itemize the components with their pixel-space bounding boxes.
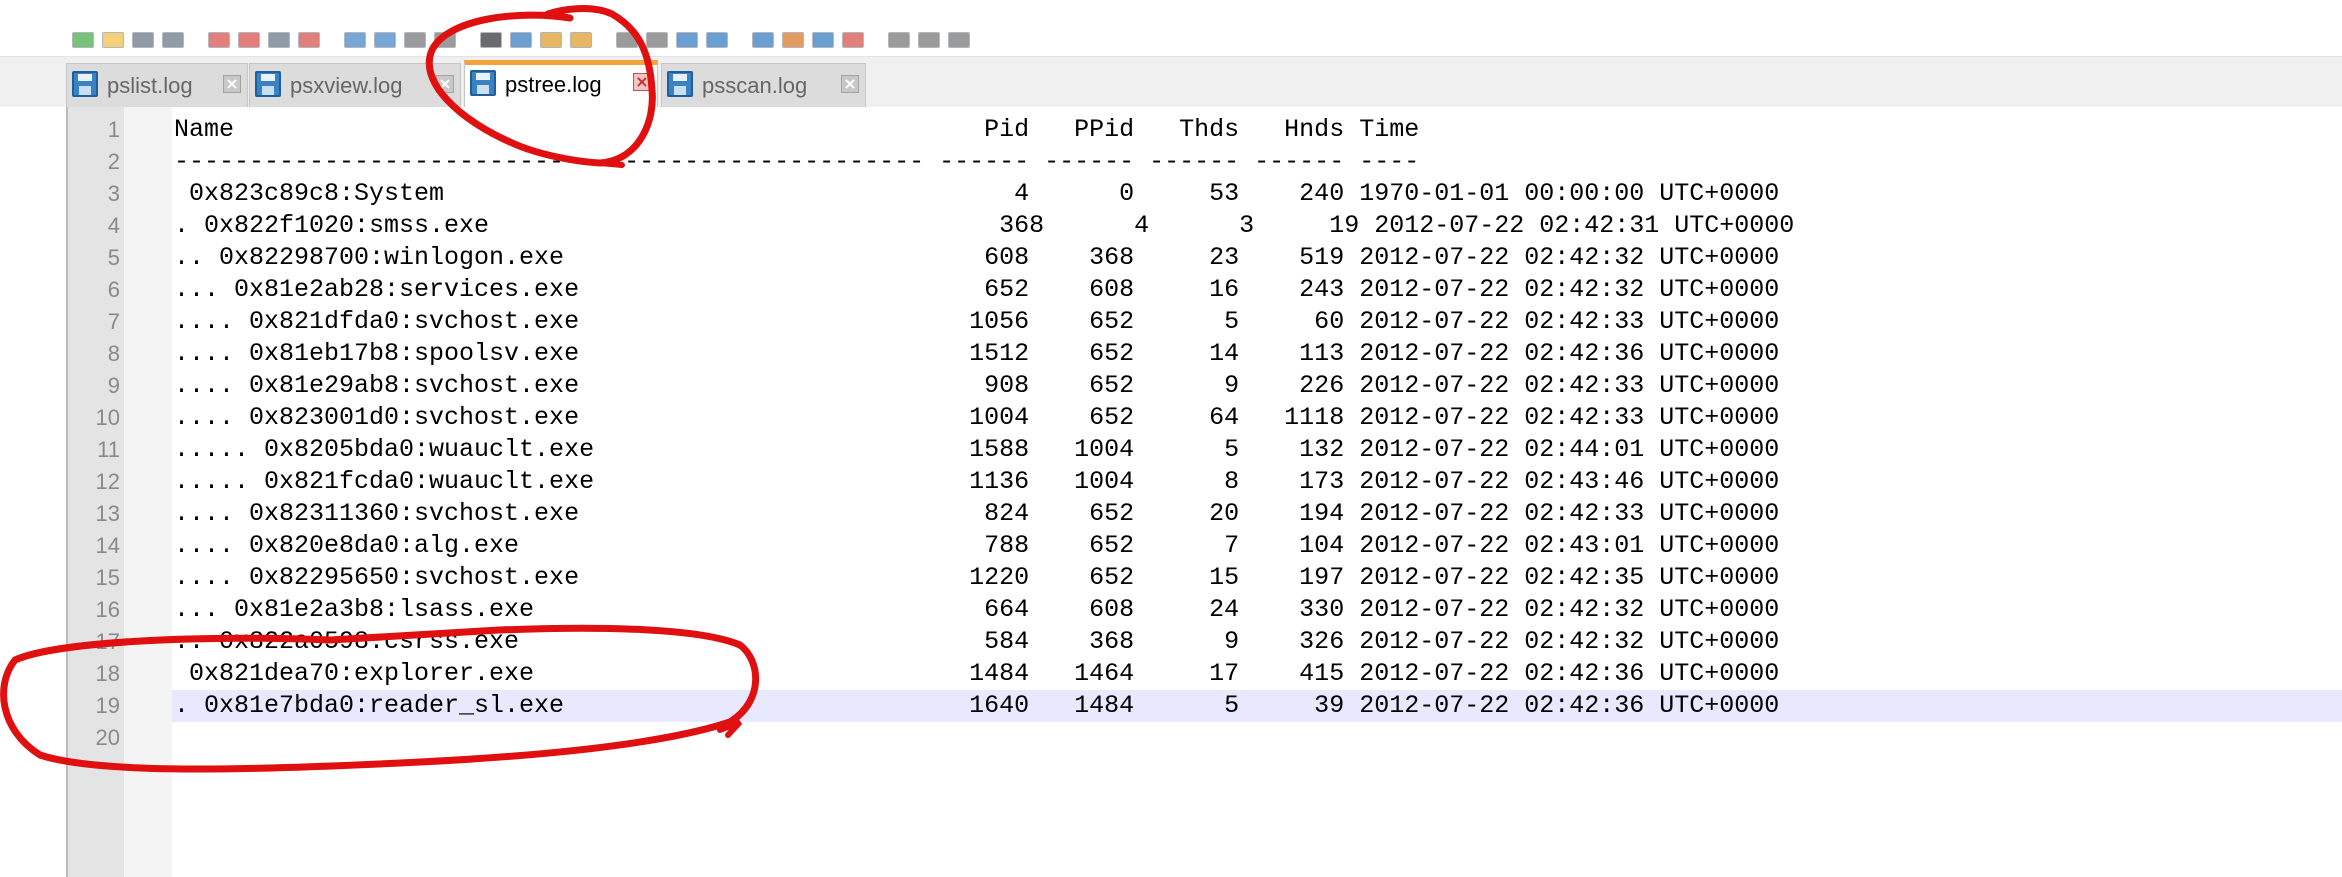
code-line[interactable]: .... 0x82295650:svchost.exe 1220 652 15 … (174, 562, 1779, 594)
open-file-icon[interactable] (102, 32, 124, 48)
editor-pane[interactable]: 1 Name Pid PPid Thds Hnds Time 2 ----------… (0, 107, 2342, 877)
fold-margin (124, 107, 172, 877)
line-number: 7 (107, 309, 120, 334)
tab-psxview-log[interactable]: psxview.log × (249, 63, 461, 107)
line-number: 12 (95, 469, 120, 494)
code-line[interactable]: 0x823c89c8:System 4 0 53 240 1970-01-01 … (174, 178, 1779, 210)
line-number: 17 (95, 629, 120, 654)
play-macro-icon[interactable] (918, 32, 940, 48)
tab-close-icon[interactable]: × (223, 75, 241, 93)
line-number: 14 (95, 533, 120, 558)
zoom-out-icon[interactable] (570, 32, 592, 48)
indent-guide-icon[interactable] (706, 32, 728, 48)
code-line[interactable]: ... 0x81e2a3b8:lsass.exe 664 608 24 330 … (174, 594, 1779, 626)
tab-label: pslist.log (107, 73, 193, 98)
tab-close-icon[interactable]: × (436, 75, 454, 93)
floppy-disk-icon (255, 71, 281, 97)
close-all-icon[interactable] (238, 32, 260, 48)
floppy-disk-icon (72, 71, 98, 97)
close-icon[interactable] (208, 32, 230, 48)
code-line[interactable]: .... 0x821dfda0:svchost.exe 1056 652 5 6… (174, 306, 1779, 338)
editor-left-border (0, 107, 68, 877)
undo-icon[interactable] (404, 32, 426, 48)
floppy-disk-icon (470, 70, 496, 96)
replace-icon[interactable] (510, 32, 532, 48)
line-number: 9 (107, 373, 120, 398)
line-number: 8 (107, 341, 120, 366)
new-file-icon[interactable] (72, 32, 94, 48)
code-line[interactable]: .... 0x823001d0:svchost.exe 1004 652 64 … (174, 402, 1779, 434)
tab-close-icon[interactable]: × (633, 73, 651, 91)
tab-label: psscan.log (702, 73, 808, 98)
tab-close-icon[interactable]: × (841, 75, 859, 93)
code-line[interactable]: ..... 0x8205bda0:wuauclt.exe 1588 1004 5… (174, 434, 1779, 466)
tab-pstree-log[interactable]: pstree.log × (464, 60, 658, 108)
line-number: 19 (95, 693, 120, 718)
toolbar (0, 0, 2342, 57)
cut-icon[interactable] (298, 32, 320, 48)
line-number: 16 (95, 597, 120, 622)
line-number: 6 (107, 277, 120, 302)
line-number: 20 (95, 725, 120, 750)
code-line[interactable]: . 0x81e7bda0:reader_sl.exe 1640 1484 5 3… (174, 690, 1779, 722)
line-number: 11 (97, 437, 120, 462)
tab-bar: pslist.log × psxview.log × pstree.log × psscan… (0, 57, 2342, 108)
line-number: 5 (107, 245, 120, 270)
tab-label: pstree.log (505, 72, 602, 97)
word-wrap-icon[interactable] (646, 32, 668, 48)
line-number: 2 (107, 149, 120, 174)
code-line[interactable]: .. 0x822a0598:csrss.exe 584 368 9 326 20… (174, 626, 1779, 658)
floppy-disk-icon (667, 71, 693, 97)
folder-workspace-icon[interactable] (782, 32, 804, 48)
line-number: 13 (95, 501, 120, 526)
code-line[interactable]: . 0x822f1020:smss.exe 368 4 3 19 2012-07… (174, 210, 1794, 242)
sync-scroll-icon[interactable] (616, 32, 638, 48)
code-line[interactable]: 0x821dea70:explorer.exe 1484 1464 17 415… (174, 658, 1779, 690)
code-line[interactable]: .... 0x81eb17b8:spoolsv.exe 1512 652 14 … (174, 338, 1779, 370)
save-all-icon[interactable] (162, 32, 184, 48)
code-line[interactable]: ... 0x81e2ab28:services.exe 652 608 16 2… (174, 274, 1779, 306)
redo-icon[interactable] (434, 32, 456, 48)
line-number: 1 (107, 117, 120, 142)
function-list-icon[interactable] (752, 32, 774, 48)
tab-psscan-log[interactable]: psscan.log × (661, 63, 866, 107)
line-number: 3 (107, 181, 120, 206)
paste-icon[interactable] (374, 32, 396, 48)
find-icon[interactable] (480, 32, 502, 48)
code-line[interactable]: ..... 0x821fcda0:wuauclt.exe 1136 1004 8… (174, 466, 1779, 498)
zoom-in-icon[interactable] (540, 32, 562, 48)
line-number: 15 (95, 565, 120, 590)
code-line[interactable]: .... 0x82311360:svchost.exe 824 652 20 1… (174, 498, 1779, 530)
line-number: 18 (95, 661, 120, 686)
line-number: 10 (95, 405, 120, 430)
print-icon[interactable] (268, 32, 290, 48)
tab-label: psxview.log (290, 73, 403, 98)
code-line[interactable]: ----------------------------------------… (174, 146, 1419, 178)
show-all-chars-icon[interactable] (676, 32, 698, 48)
line-number: 4 (107, 213, 120, 238)
save-macro-icon[interactable] (948, 32, 970, 48)
save-icon[interactable] (132, 32, 154, 48)
tab-pslist-log[interactable]: pslist.log × (66, 63, 248, 107)
code-line[interactable]: .... 0x81e29ab8:svchost.exe 908 652 9 22… (174, 370, 1779, 402)
copy-icon[interactable] (344, 32, 366, 48)
code-line[interactable]: Name Pid PPid Thds Hnds Time (174, 114, 1419, 146)
record-macro-icon[interactable] (842, 32, 864, 48)
monitoring-icon[interactable] (812, 32, 834, 48)
code-line[interactable]: .... 0x820e8da0:alg.exe 788 652 7 104 20… (174, 530, 1779, 562)
code-line[interactable]: .. 0x82298700:winlogon.exe 608 368 23 51… (174, 242, 1779, 274)
stop-macro-icon[interactable] (888, 32, 910, 48)
